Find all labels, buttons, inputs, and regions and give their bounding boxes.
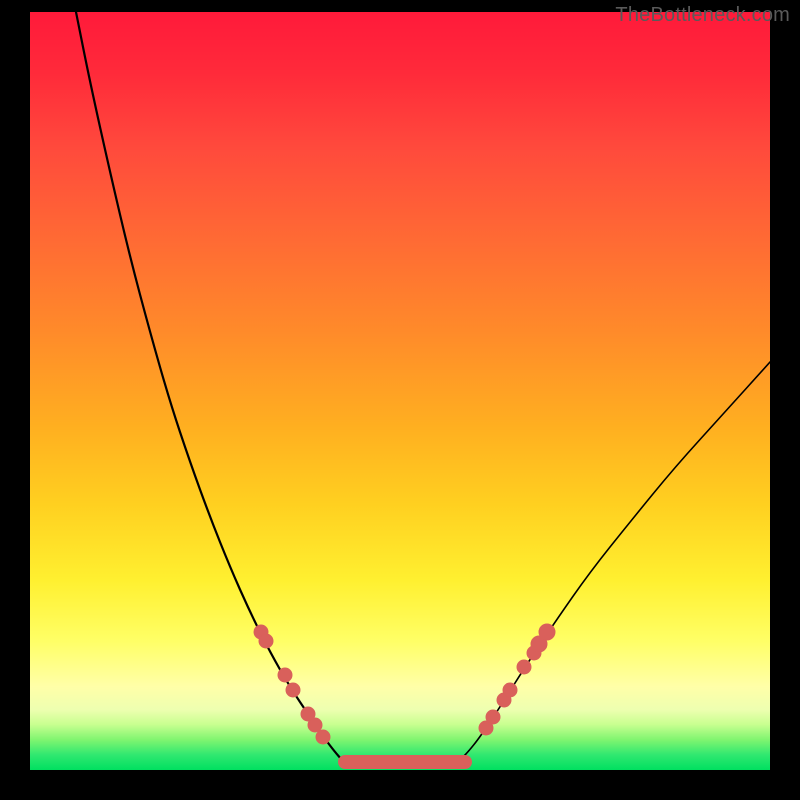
marker-group — [254, 624, 555, 762]
marker-dot — [486, 710, 500, 724]
plot-area — [30, 12, 770, 770]
curve-left — [76, 12, 342, 760]
marker-dot — [259, 634, 273, 648]
chart-overlay — [30, 12, 770, 770]
marker-dot — [517, 660, 531, 674]
curve-group — [76, 12, 770, 764]
marker-dot — [503, 683, 517, 697]
chart-frame: TheBottleneck.com — [0, 0, 800, 800]
marker-dot — [316, 730, 330, 744]
marker-dot — [308, 718, 322, 732]
marker-dot — [286, 683, 300, 697]
marker-dot — [539, 624, 555, 640]
attribution-text: TheBottleneck.com — [615, 4, 790, 27]
marker-dot — [278, 668, 292, 682]
